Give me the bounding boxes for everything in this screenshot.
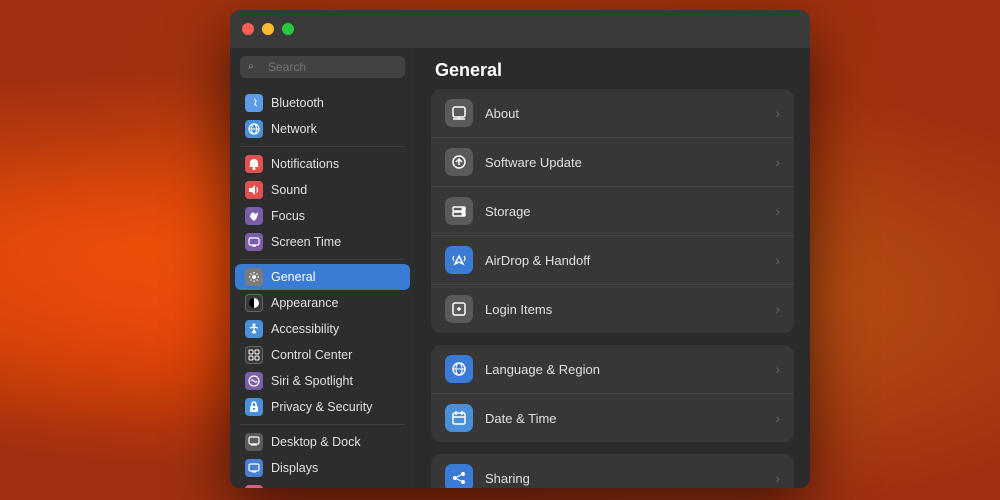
sidebar-label-focus: Focus (271, 209, 305, 223)
sidebar-label-sound: Sound (271, 183, 307, 197)
sound-icon (245, 181, 263, 199)
sidebar-label-accessibility: Accessibility (271, 322, 339, 336)
titlebar (230, 10, 810, 48)
airdrop-label: AirDrop & Handoff (485, 253, 763, 268)
storage-label: Storage (485, 204, 763, 219)
settings-row-airdrop[interactable]: AirDrop & Handoff › (431, 236, 794, 285)
settings-row-language[interactable]: Language & Region › (431, 345, 794, 394)
settings-window: ⌕ Bluetooth (230, 10, 810, 488)
search-bar: ⌕ (230, 48, 415, 86)
sidebar-item-desktop[interactable]: Desktop & Dock (235, 429, 410, 455)
settings-list: About › Software Update › (415, 89, 810, 488)
sidebar-label-screentime: Screen Time (271, 235, 341, 249)
sidebar-divider-2 (240, 259, 405, 260)
about-icon (445, 99, 473, 127)
language-chevron: › (775, 361, 780, 377)
maximize-button[interactable] (282, 23, 294, 35)
sidebar-label-notifications: Notifications (271, 157, 339, 171)
settings-row-about[interactable]: About › (431, 89, 794, 138)
controlcenter-icon (245, 346, 263, 364)
settings-group-3: Sharing › Time Machine › (431, 454, 794, 488)
screentime-icon (245, 233, 263, 251)
focus-icon (245, 207, 263, 225)
language-label: Language & Region (485, 362, 763, 377)
sidebar-item-screentime[interactable]: Screen Time (235, 229, 410, 255)
page-title: General (435, 60, 790, 81)
search-input[interactable] (240, 56, 405, 78)
settings-group-1: About › Software Update › (431, 89, 794, 333)
sidebar-item-displays[interactable]: Displays (235, 455, 410, 481)
datetime-icon (445, 404, 473, 432)
sidebar-label-siri: Siri & Spotlight (271, 374, 353, 388)
settings-row-loginitems[interactable]: Login Items › (431, 285, 794, 333)
storage-icon (445, 197, 473, 225)
airdrop-chevron: › (775, 252, 780, 268)
wallpaper-icon (245, 485, 263, 488)
sidebar-label-controlcenter: Control Center (271, 348, 352, 362)
search-wrap: ⌕ (240, 56, 405, 78)
loginitems-icon (445, 295, 473, 323)
settings-row-storage[interactable]: Storage › (431, 187, 794, 236)
desktop-icon (245, 433, 263, 451)
sidebar-label-wallpaper: Wallpaper (271, 487, 327, 488)
sidebar-item-notifications[interactable]: Notifications (235, 151, 410, 177)
sidebar-item-sound[interactable]: Sound (235, 177, 410, 203)
sharing-chevron: › (775, 470, 780, 486)
sidebar-label-appearance: Appearance (271, 296, 338, 310)
loginitems-label: Login Items (485, 302, 763, 317)
sidebar-item-wallpaper[interactable]: Wallpaper (235, 481, 410, 488)
sidebar-divider-1 (240, 146, 405, 147)
appearance-icon (245, 294, 263, 312)
softwareupdate-label: Software Update (485, 155, 763, 170)
sidebar-list: Bluetooth Network (230, 86, 415, 488)
sidebar-item-focus[interactable]: Focus (235, 203, 410, 229)
sidebar-label-displays: Displays (271, 461, 318, 475)
main-content: General About › (415, 48, 810, 488)
sidebar-label-general: General (271, 270, 315, 284)
sidebar-item-siri[interactable]: Siri & Spotlight (235, 368, 410, 394)
loginitems-chevron: › (775, 301, 780, 317)
sidebar-item-appearance[interactable]: Appearance (235, 290, 410, 316)
close-button[interactable] (242, 23, 254, 35)
sidebar-item-network[interactable]: Network (235, 116, 410, 142)
settings-group-2: Language & Region › Date & Tim (431, 345, 794, 442)
main-header: General (415, 48, 810, 89)
bluetooth-icon (245, 94, 263, 112)
sidebar-item-controlcenter[interactable]: Control Center (235, 342, 410, 368)
airdrop-icon (445, 246, 473, 274)
sidebar-label-network: Network (271, 122, 317, 136)
about-label: About (485, 106, 763, 121)
minimize-button[interactable] (262, 23, 274, 35)
settings-row-datetime[interactable]: Date & Time › (431, 394, 794, 442)
sidebar-item-privacy[interactable]: Privacy & Security (235, 394, 410, 420)
sharing-label: Sharing (485, 471, 763, 486)
storage-chevron: › (775, 203, 780, 219)
softwareupdate-icon (445, 148, 473, 176)
about-chevron: › (775, 105, 780, 121)
sidebar-item-general[interactable]: General (235, 264, 410, 290)
settings-row-softwareupdate[interactable]: Software Update › (431, 138, 794, 187)
sidebar-label-bluetooth: Bluetooth (271, 96, 324, 110)
language-icon (445, 355, 473, 383)
notifications-icon (245, 155, 263, 173)
datetime-label: Date & Time (485, 411, 763, 426)
accessibility-icon (245, 320, 263, 338)
sidebar-label-privacy: Privacy & Security (271, 400, 372, 414)
window-body: ⌕ Bluetooth (230, 48, 810, 488)
sidebar-label-desktop: Desktop & Dock (271, 435, 361, 449)
softwareupdate-chevron: › (775, 154, 780, 170)
network-icon (245, 120, 263, 138)
sharing-icon (445, 464, 473, 488)
datetime-chevron: › (775, 410, 780, 426)
settings-row-sharing[interactable]: Sharing › (431, 454, 794, 488)
sidebar-item-bluetooth[interactable]: Bluetooth (235, 90, 410, 116)
sidebar-divider-3 (240, 424, 405, 425)
general-icon (245, 268, 263, 286)
sidebar-item-accessibility[interactable]: Accessibility (235, 316, 410, 342)
privacy-icon (245, 398, 263, 416)
siri-icon (245, 372, 263, 390)
displays-icon (245, 459, 263, 477)
sidebar: ⌕ Bluetooth (230, 48, 415, 488)
